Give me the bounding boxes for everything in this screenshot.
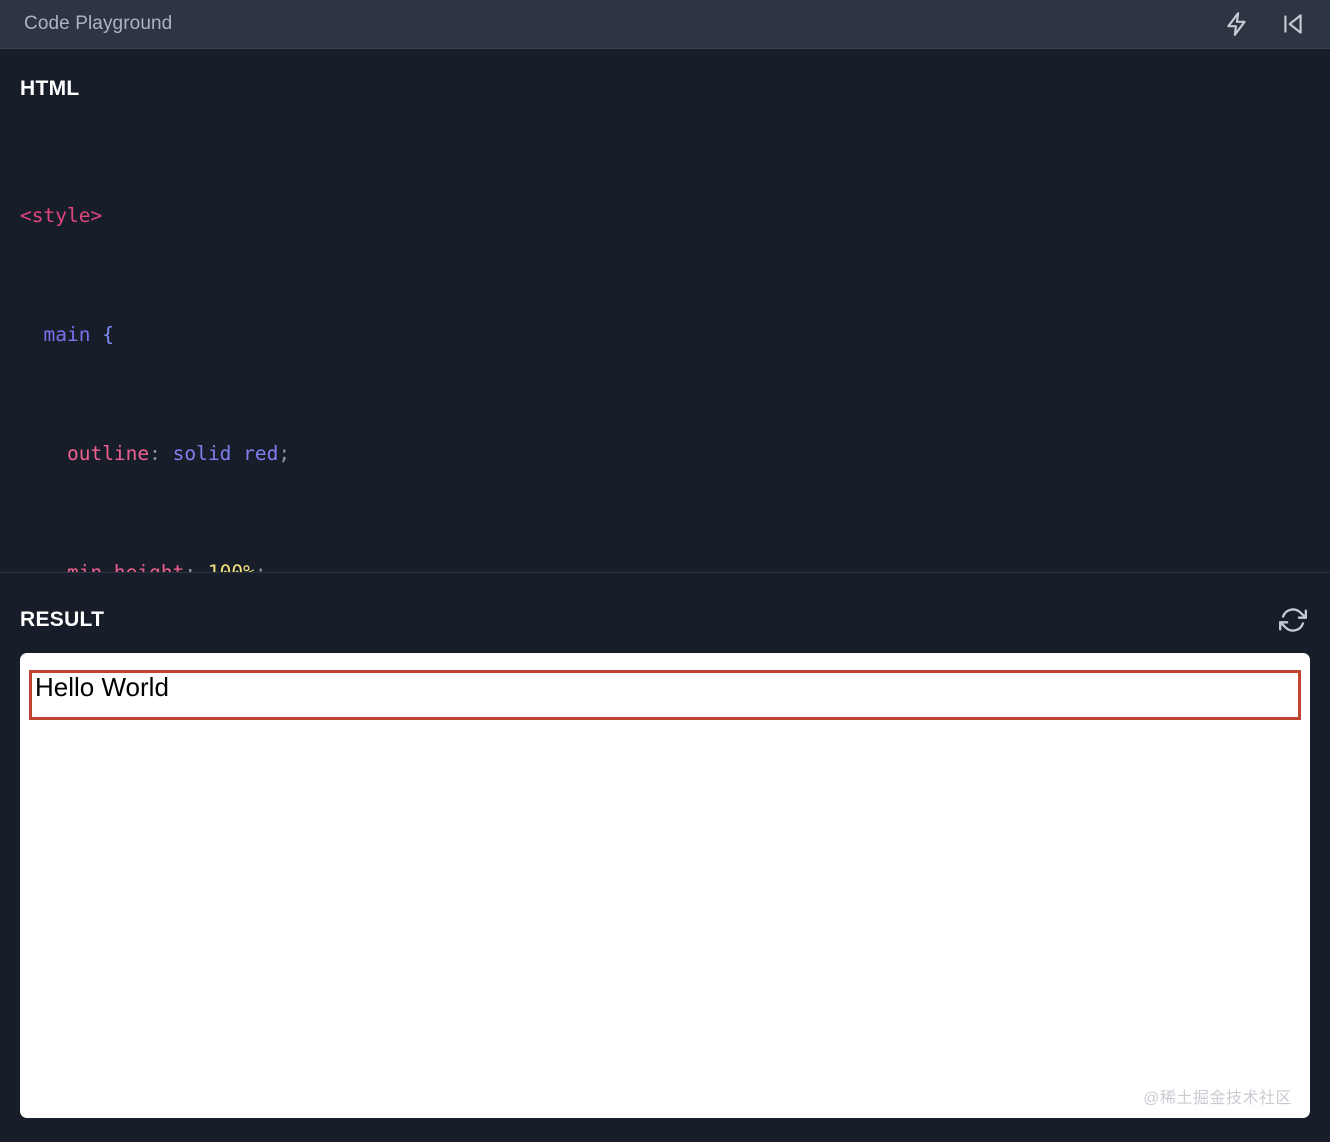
refresh-icon	[1279, 606, 1307, 634]
refresh-result-button[interactable]	[1276, 603, 1310, 637]
skip-back-icon	[1280, 11, 1306, 37]
code-token-value-minheight: 100%	[207, 560, 255, 573]
code-line: <style>	[20, 196, 1310, 236]
preview-paragraph: Hello World	[35, 672, 169, 702]
code-token-colon: :	[184, 560, 197, 573]
lightning-bolt-icon	[1224, 11, 1250, 37]
page-title: Code Playground	[24, 13, 173, 34]
code-token-prop-minheight: min-height	[66, 560, 185, 573]
code-token-value-outline: solid red	[172, 441, 279, 465]
code-token-style-open: <style>	[20, 204, 103, 228]
result-pane: RESULT Hello World @稀土掘金技术社区	[0, 573, 1330, 1142]
title-bar-actions	[1220, 7, 1318, 41]
code-token-selector: main	[43, 322, 91, 346]
code-token-prop-outline: outline	[66, 441, 150, 465]
title-bar: Code Playground	[0, 0, 1330, 49]
code-line: outline: solid red;	[20, 434, 1310, 474]
code-line: min-height: 100%;	[20, 553, 1310, 573]
code-token-brace-open: {	[102, 322, 114, 346]
result-pane-label: RESULT	[20, 608, 105, 631]
code-line: main {	[20, 315, 1310, 355]
run-button[interactable]	[1220, 7, 1254, 41]
code-token-colon: :	[149, 441, 161, 465]
collapse-panel-button[interactable]	[1276, 7, 1310, 41]
code-token-semicolon: ;	[254, 560, 267, 573]
editor-pane-label: HTML	[20, 77, 80, 100]
code-editor-content[interactable]: <style> main { outline: solid red; min-h…	[20, 117, 1310, 573]
html-editor-pane[interactable]: HTML <style> main { outline: solid red; …	[0, 49, 1330, 573]
watermark-label: @稀土掘金技术社区	[1143, 1090, 1292, 1107]
result-preview-frame[interactable]: Hello World @稀土掘金技术社区	[20, 653, 1310, 1118]
code-token-semicolon: ;	[278, 441, 291, 465]
result-header: RESULT	[20, 573, 1310, 653]
code-playground-app: Code Playground HTML <style> main {outl…	[0, 0, 1330, 1142]
preview-main-element: Hello World	[29, 670, 1301, 720]
